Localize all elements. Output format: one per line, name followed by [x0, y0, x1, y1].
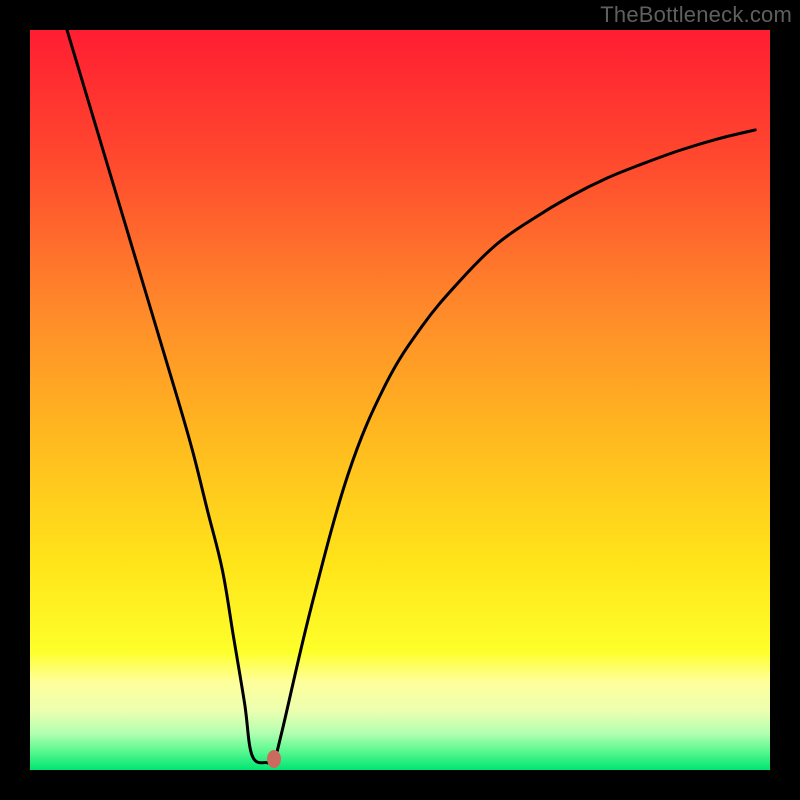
gradient-background — [30, 30, 770, 770]
chart-svg — [30, 30, 770, 770]
plot-area — [30, 30, 770, 770]
optimal-point-marker — [267, 750, 281, 768]
watermark-text: TheBottleneck.com — [600, 2, 792, 28]
chart-frame: TheBottleneck.com — [0, 0, 800, 800]
